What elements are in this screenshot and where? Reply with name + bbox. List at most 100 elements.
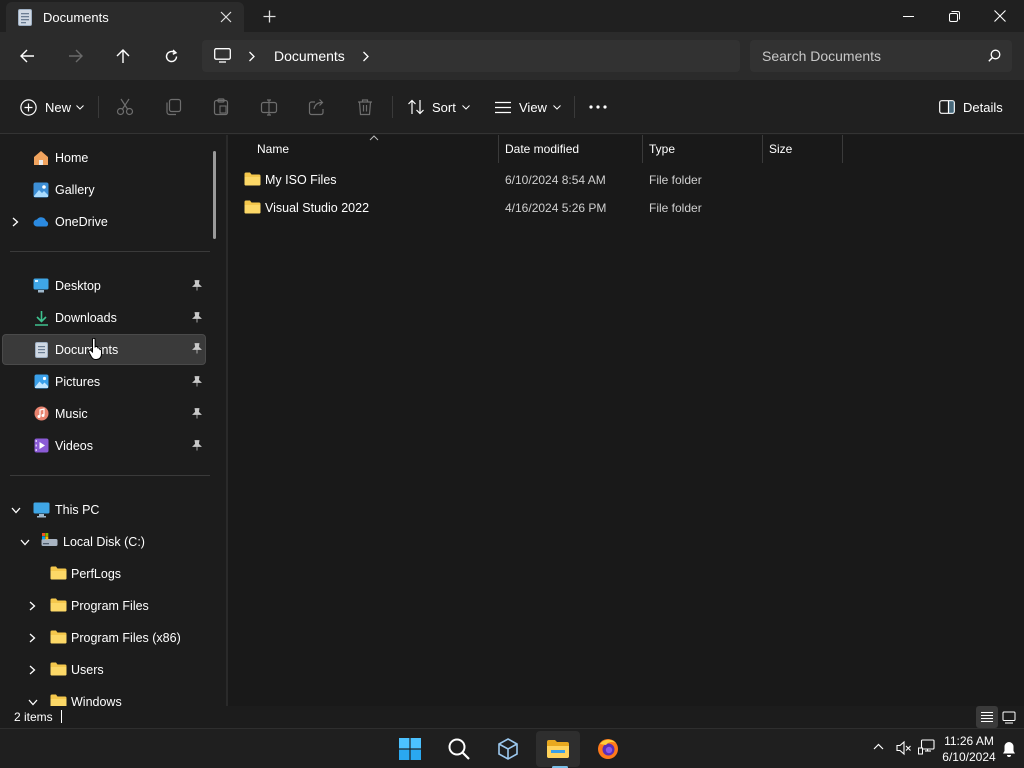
up-button[interactable] — [107, 42, 139, 70]
minimize-button[interactable] — [885, 0, 931, 32]
network-icon[interactable] — [918, 739, 935, 756]
file-row[interactable]: My ISO Files 6/10/2024 8:54 AM File fold… — [240, 166, 840, 194]
notifications-icon[interactable] — [1002, 741, 1016, 757]
cut-button[interactable] — [116, 94, 134, 120]
nav-item-videos[interactable]: Videos — [2, 431, 206, 462]
column-header-date[interactable]: Date modified — [499, 135, 642, 163]
search-icon — [448, 738, 470, 760]
folder-icon — [244, 172, 261, 186]
chevron-down-icon[interactable] — [11, 507, 21, 514]
divider — [10, 475, 210, 476]
pin-icon[interactable] — [192, 280, 202, 291]
nav-item-users[interactable]: Users — [2, 655, 206, 686]
nav-item-this-pc[interactable]: This PC — [2, 495, 206, 526]
column-header-name[interactable]: Name — [228, 135, 498, 163]
onedrive-icon — [33, 216, 50, 227]
tab-title: Documents — [43, 10, 109, 25]
view-button[interactable]: View — [494, 94, 561, 120]
rename-button[interactable] — [260, 94, 278, 120]
taskbar-firefox[interactable] — [586, 731, 630, 767]
chevron-down-icon[interactable] — [20, 539, 30, 546]
nav-label: Program Files (x86) — [71, 631, 181, 645]
nav-item-pictures[interactable]: Pictures — [2, 367, 206, 398]
home-icon — [33, 150, 49, 166]
more-options-button[interactable] — [589, 94, 607, 120]
clock[interactable]: 11:26 AM 6/10/2024 — [936, 733, 1002, 765]
address-bar[interactable]: Documents — [202, 40, 740, 72]
paste-button[interactable] — [212, 94, 230, 120]
nav-item-gallery[interactable]: Gallery — [2, 175, 206, 206]
nav-item-desktop[interactable]: Desktop — [2, 271, 206, 302]
taskbar-file-explorer[interactable] — [536, 731, 580, 767]
column-header-size[interactable]: Size — [763, 135, 842, 163]
pin-icon[interactable] — [192, 343, 202, 354]
nav-scrollbar[interactable] — [213, 151, 216, 239]
command-bar: New Sort View Details — [0, 80, 1024, 134]
downloads-icon — [34, 310, 49, 326]
search-box[interactable] — [750, 40, 1012, 72]
nav-item-program-files-x86[interactable]: Program Files (x86) — [2, 623, 206, 654]
taskbar-search-button[interactable] — [437, 731, 481, 767]
nav-item-onedrive[interactable]: OneDrive — [2, 207, 206, 238]
delete-button[interactable] — [356, 94, 374, 120]
refresh-button[interactable] — [155, 42, 187, 70]
chevron-right-icon[interactable] — [12, 217, 19, 227]
breadcrumb-documents[interactable]: Documents — [274, 48, 345, 64]
file-row[interactable]: Visual Studio 2022 4/16/2024 5:26 PM Fil… — [240, 194, 840, 222]
chevron-right-icon[interactable] — [29, 601, 36, 611]
nav-item-windows[interactable]: Windows — [2, 687, 206, 706]
sort-button[interactable]: Sort — [407, 94, 470, 120]
search-icon[interactable] — [988, 49, 1001, 62]
firefox-icon — [597, 738, 619, 760]
nav-item-music[interactable]: Music — [2, 399, 206, 430]
chevron-right-icon[interactable] — [29, 665, 36, 675]
pin-icon[interactable] — [192, 440, 202, 451]
documents-icon — [35, 342, 48, 358]
nav-item-documents[interactable]: Documents — [2, 334, 206, 365]
forward-button[interactable] — [59, 42, 91, 70]
nav-item-downloads[interactable]: Downloads — [2, 303, 206, 334]
taskbar-virtualbox[interactable] — [486, 731, 530, 767]
tab-documents[interactable]: Documents — [6, 2, 244, 32]
music-icon — [34, 406, 49, 421]
pin-icon[interactable] — [192, 376, 202, 387]
details-view-button[interactable] — [976, 706, 998, 728]
desktop-icon — [33, 278, 49, 293]
chevron-right-icon[interactable] — [362, 51, 370, 62]
status-bar: 2 items — [0, 706, 1024, 728]
chevron-right-icon[interactable] — [29, 633, 36, 643]
search-input[interactable] — [762, 47, 982, 65]
chevron-down-icon[interactable] — [28, 699, 38, 706]
folder-icon — [50, 566, 67, 580]
nav-label: Gallery — [55, 183, 95, 197]
tiles-view-button[interactable] — [998, 706, 1020, 728]
windows-logo-icon — [399, 738, 421, 760]
column-divider[interactable] — [842, 135, 843, 163]
chevron-down-icon — [553, 104, 561, 110]
new-button[interactable]: New — [20, 94, 84, 120]
pin-icon[interactable] — [192, 408, 202, 419]
close-tab-icon[interactable] — [220, 11, 232, 23]
nav-item-local-disk[interactable]: Local Disk (C:) — [2, 527, 206, 558]
volume-muted-icon[interactable] — [896, 740, 912, 756]
details-button[interactable]: Details — [939, 94, 1003, 120]
pin-icon[interactable] — [192, 312, 202, 323]
restore-button[interactable] — [931, 0, 977, 32]
nav-item-home[interactable]: Home — [2, 143, 206, 174]
copy-button[interactable] — [164, 94, 182, 120]
chevron-up-icon[interactable] — [873, 743, 884, 750]
sort-icon — [407, 99, 425, 115]
share-button[interactable] — [308, 94, 326, 120]
new-tab-icon[interactable] — [263, 10, 276, 23]
close-window-button[interactable] — [977, 0, 1023, 32]
column-header-type[interactable]: Type — [643, 135, 762, 163]
folder-icon — [50, 630, 67, 644]
nav-item-perflogs[interactable]: PerfLogs — [2, 559, 206, 590]
start-button[interactable] — [388, 731, 432, 767]
details-label: Details — [963, 99, 1003, 115]
chevron-right-icon[interactable] — [248, 51, 256, 62]
chevron-down-icon — [76, 104, 84, 110]
nav-item-program-files[interactable]: Program Files — [2, 591, 206, 622]
back-button[interactable] — [11, 42, 43, 70]
separator — [574, 96, 575, 118]
